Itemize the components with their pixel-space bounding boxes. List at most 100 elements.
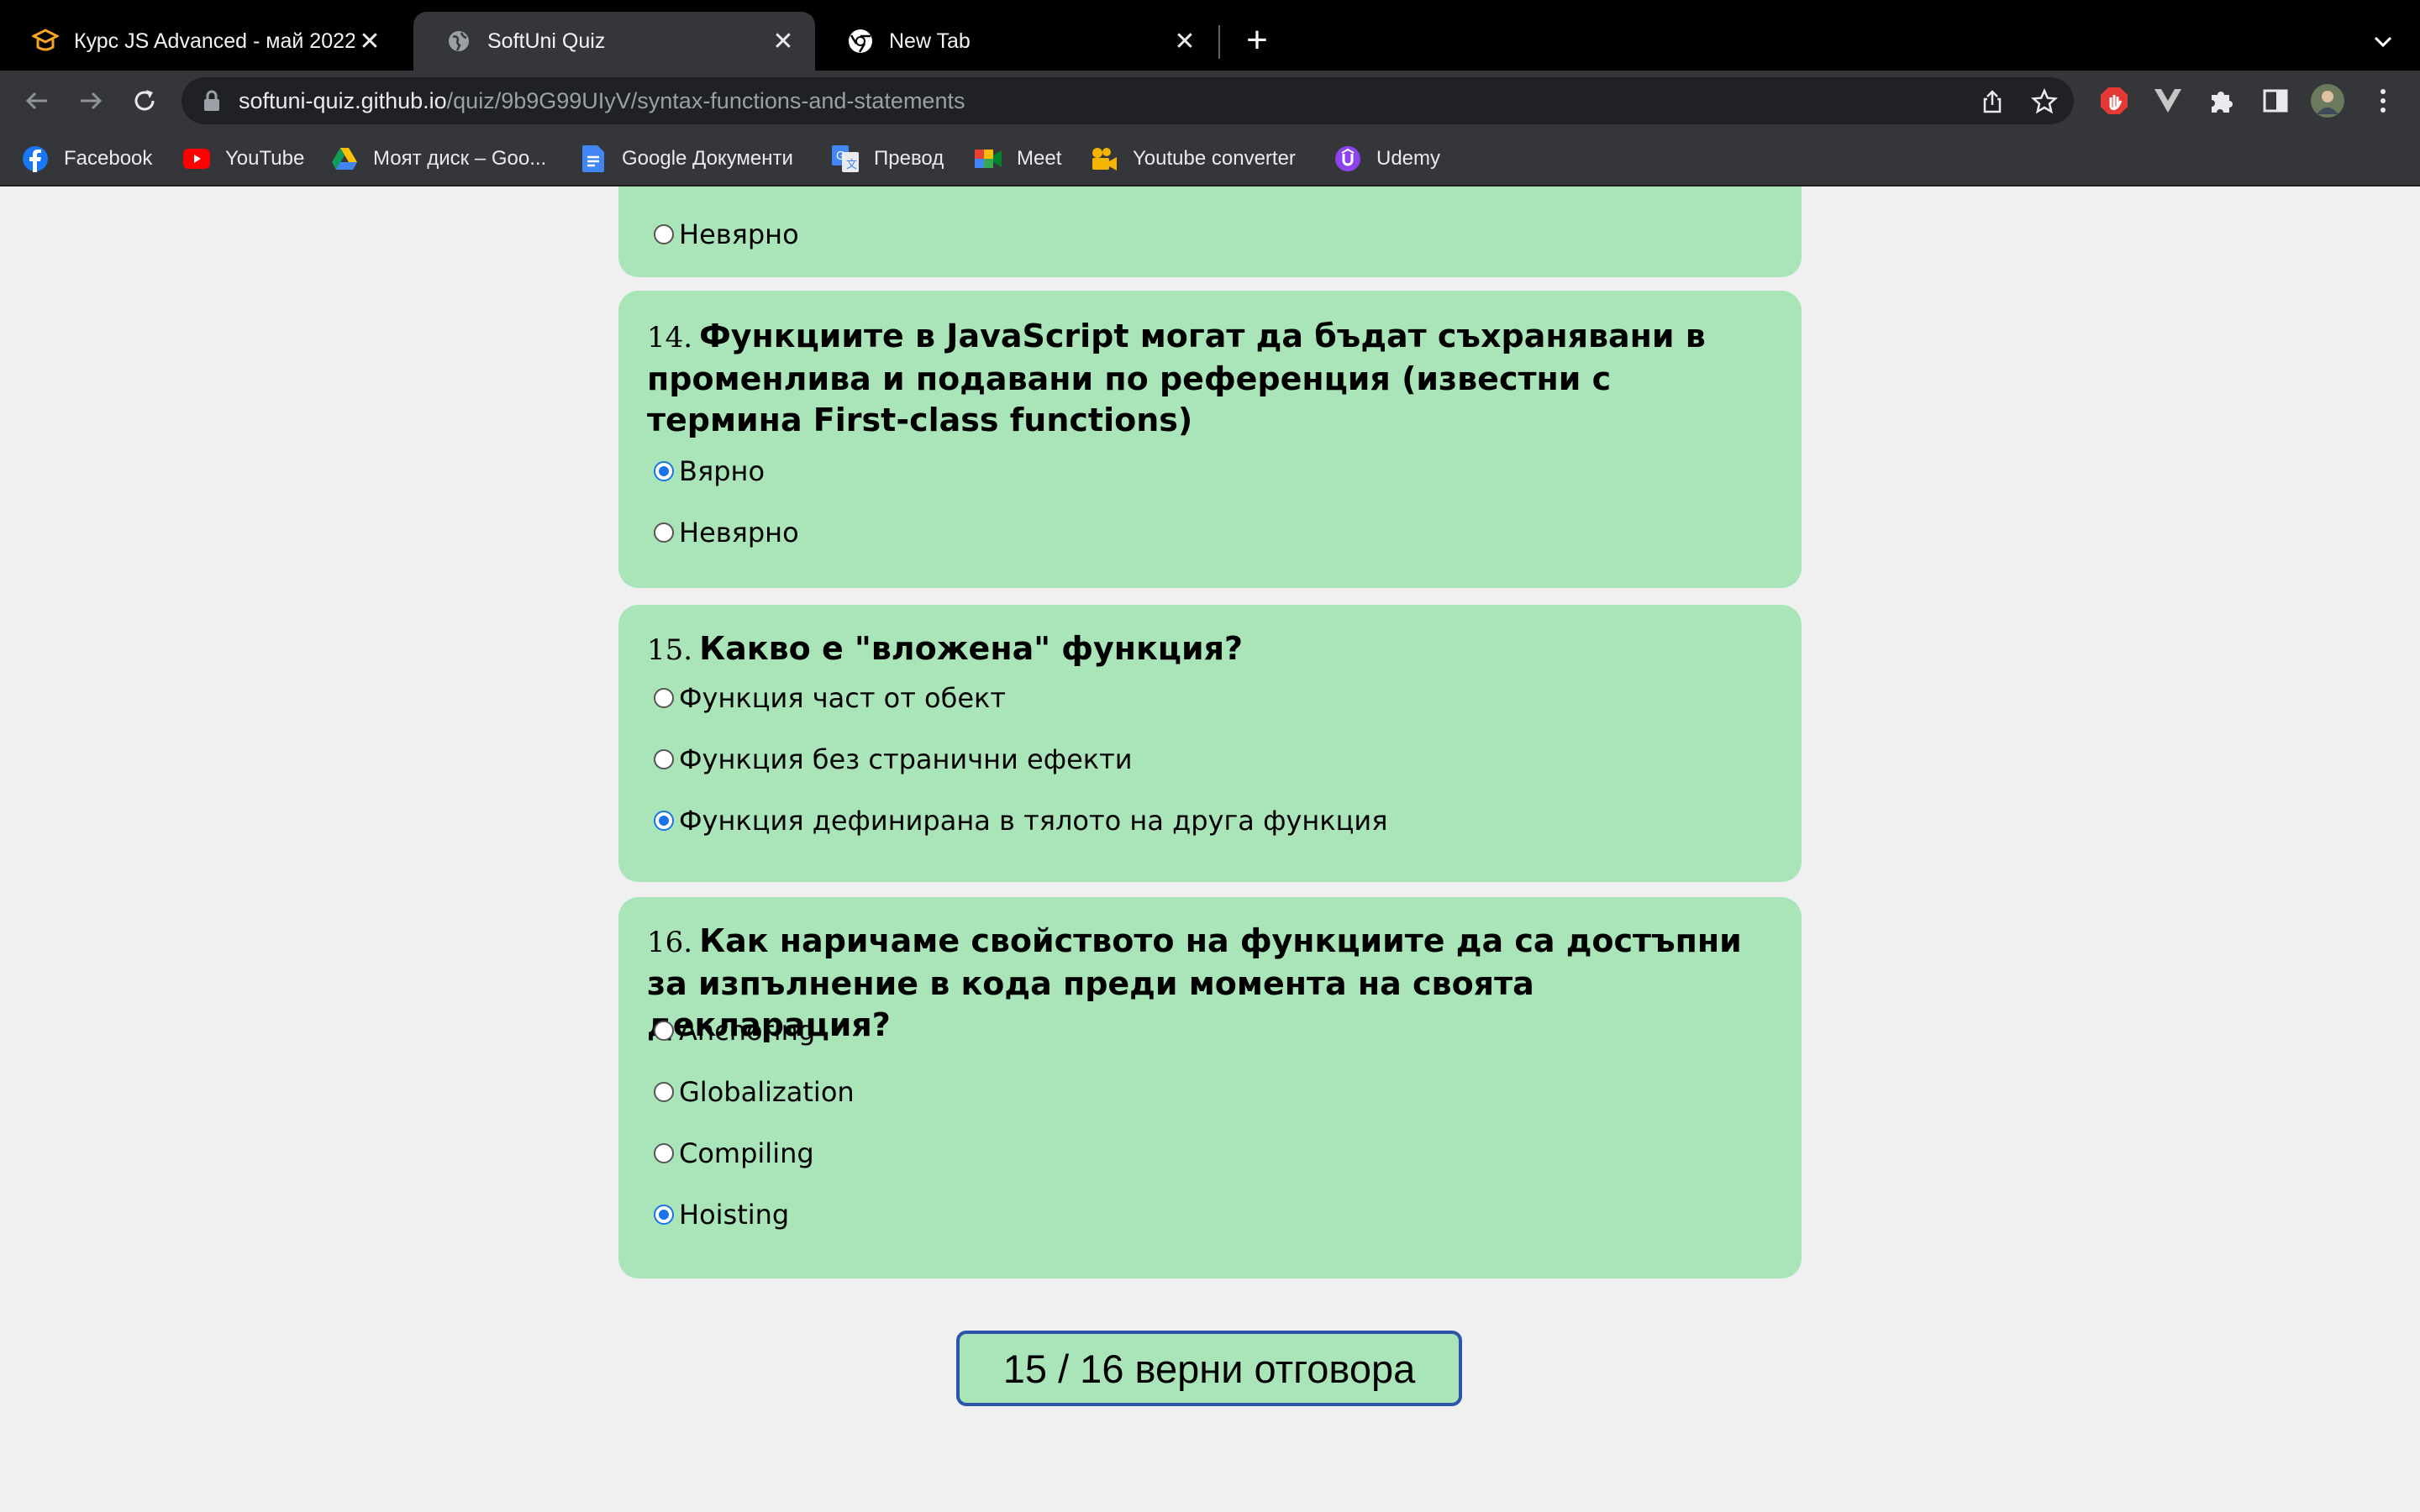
camera-icon (1091, 145, 1118, 172)
bookmark-label: Meet (1017, 147, 1062, 170)
radio-button[interactable] (654, 522, 674, 543)
google-meet-icon (975, 145, 1002, 172)
answer-option[interactable]: Функция част от обект (654, 682, 1006, 714)
answer-option[interactable]: Compiling (654, 1137, 814, 1169)
answer-label: Функция дефинирана в тялото на друга фун… (679, 805, 1388, 837)
bookmark-label: Моят диск – Goo... (373, 147, 547, 170)
bookmark-label: Facebook (64, 147, 153, 170)
youtube-icon (183, 145, 210, 172)
udemy-icon (1334, 145, 1361, 172)
answer-label: Compiling (679, 1137, 814, 1169)
answer-option[interactable]: Anchoring (654, 1015, 815, 1047)
bookmark-google-docs[interactable]: Google Документи (580, 143, 793, 175)
bookmark-facebook[interactable]: Facebook (22, 143, 152, 175)
profile-avatar[interactable] (2311, 84, 2344, 118)
browser-toolbar: softuni-quiz.github.io/quiz/9b9G99UIyV/s… (0, 71, 2420, 131)
google-docs-icon (580, 145, 607, 172)
answer-option[interactable]: Функция дефинирана в тялото на друга фун… (654, 805, 1387, 837)
new-tab-plus-icon[interactable]: + (1240, 22, 1274, 59)
globe-icon (445, 28, 472, 55)
vue-devtools-icon[interactable] (2151, 84, 2185, 118)
close-tab-icon[interactable]: ✕ (768, 27, 798, 56)
radio-button[interactable] (654, 749, 674, 769)
tab-softuni-quiz[interactable]: SoftUni Quiz ✕ (413, 12, 815, 71)
adblock-extension-icon[interactable] (2097, 84, 2131, 118)
extensions-puzzle-icon[interactable] (2205, 84, 2238, 118)
softuni-logo-icon (32, 28, 59, 55)
chrome-icon (847, 28, 874, 55)
tab-new-tab[interactable]: New Tab ✕ (815, 12, 1217, 71)
url-host: softuni-quiz.github.io (239, 87, 447, 113)
facebook-icon (22, 145, 49, 172)
question-text: Функциите в JavaScript могат да бъдат съ… (647, 318, 1706, 438)
question-number: 14. (647, 321, 693, 354)
svg-text:文: 文 (846, 159, 857, 171)
bookmark-translate[interactable]: G文 Превод (832, 143, 944, 175)
answer-option[interactable]: Вярно (654, 455, 765, 487)
tab-title: SoftUni Quiz (487, 29, 606, 53)
tab-title: New Tab (889, 29, 971, 53)
bookmark-label: Google Документи (622, 147, 793, 170)
address-bar[interactable]: softuni-quiz.github.io/quiz/9b9G99UIyV/s… (182, 77, 2074, 124)
radio-button[interactable] (654, 1143, 674, 1163)
answer-option[interactable]: Globalization (654, 1076, 855, 1108)
bookmark-google-drive[interactable]: Моят диск – Goo... (331, 143, 546, 175)
bookmark-label: Udemy (1376, 147, 1441, 170)
bookmark-meet[interactable]: Meet (975, 143, 1061, 175)
bookmark-label: Youtube converter (1133, 147, 1296, 170)
tab-title: Курс JS Advanced - май 2022 (74, 29, 355, 53)
tab-search-chevron-icon[interactable] (2366, 25, 2400, 59)
google-translate-icon: G文 (832, 145, 859, 172)
radio-button-checked[interactable] (654, 1205, 674, 1225)
answer-label: Вярно (679, 455, 765, 487)
answer-option[interactable]: Невярно (654, 218, 799, 250)
radio-button[interactable] (654, 1021, 674, 1041)
answer-label: Anchoring (679, 1015, 816, 1047)
close-tab-icon[interactable]: ✕ (1170, 27, 1200, 56)
url-text[interactable]: softuni-quiz.github.io/quiz/9b9G99UIyV/s… (239, 88, 965, 114)
bookmark-youtube[interactable]: YouTube (183, 143, 304, 175)
back-arrow-icon[interactable] (18, 82, 55, 119)
close-tab-icon[interactable]: ✕ (355, 27, 385, 56)
answer-label: Globalization (679, 1076, 855, 1108)
answer-option[interactable]: Невярно (654, 517, 799, 549)
forward-arrow-icon[interactable] (72, 82, 109, 119)
question-card-14: 14. Функциите в JavaScript могат да бъдат… (618, 291, 1802, 588)
answer-option[interactable]: Функция без странични ефекти (654, 743, 1133, 775)
question-card-13: Невярно (618, 186, 1802, 277)
side-panel-icon[interactable] (2259, 84, 2292, 118)
radio-button[interactable] (654, 1082, 674, 1102)
bookmark-label: Превод (874, 147, 944, 170)
question-number: 15. (647, 633, 693, 667)
question-number: 16. (647, 926, 693, 959)
svg-text:G: G (836, 150, 844, 163)
quiz-page: Невярно 14. Функциите в JavaScript могат … (0, 186, 2420, 1512)
radio-button[interactable] (654, 224, 674, 244)
google-drive-icon (331, 145, 358, 172)
share-icon[interactable] (1978, 87, 2007, 116)
radio-button-checked[interactable] (654, 811, 674, 831)
answer-label: Функция без странични ефекти (679, 743, 1133, 775)
lock-icon[interactable] (202, 89, 222, 113)
question-card-15: 15. Какво е "вложена" функция? Функция ча… (618, 605, 1802, 882)
answer-label: Hoisting (679, 1199, 790, 1231)
score-result-box: 15 / 16 верни отговора (956, 1331, 1462, 1406)
answer-label: Невярно (679, 218, 799, 250)
bookmark-youtube-converter[interactable]: Youtube converter (1091, 143, 1296, 175)
answer-label: Функция част от обект (679, 682, 1007, 714)
radio-button-checked[interactable] (654, 461, 674, 481)
bookmark-star-icon[interactable] (2030, 87, 2059, 116)
answer-option[interactable]: Hoisting (654, 1199, 789, 1231)
bookmark-udemy[interactable]: Udemy (1334, 143, 1440, 175)
chrome-menu-kebab-icon[interactable] (2366, 84, 2400, 118)
question-text: Какво е "вложена" функция? (699, 630, 1244, 667)
answer-label: Невярно (679, 517, 799, 549)
tab-divider (1218, 25, 1220, 59)
question-card-16: 16. Как наричаме свойството на функциите … (618, 897, 1802, 1278)
radio-button[interactable] (654, 688, 674, 708)
tab-js-advanced[interactable]: Курс JS Advanced - май 2022 ✕ (0, 12, 402, 71)
reload-icon[interactable] (126, 82, 163, 119)
bookmarks-bar: Facebook YouTube Моят диск – Goo... Goog… (0, 131, 2420, 186)
question-title: 16. Как наричаме свойството на функциите … (647, 921, 1773, 1046)
tab-strip: Курс JS Advanced - май 2022 ✕ SoftUni Qu… (0, 0, 2420, 71)
